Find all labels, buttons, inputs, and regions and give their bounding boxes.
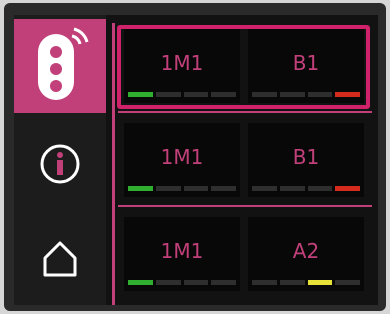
status-bars	[252, 186, 360, 191]
tile-label: 1M1	[160, 51, 204, 75]
signal-tile[interactable]: 1M1	[124, 123, 240, 197]
row-divider	[118, 205, 372, 207]
status-bars	[128, 280, 236, 285]
info-icon	[40, 144, 80, 184]
status-bar-off	[211, 280, 236, 285]
sidebar-divider	[112, 23, 115, 305]
screen: 1M1 B1 1M1 B1 1M1 A2	[14, 15, 378, 305]
status-bar-off	[307, 186, 333, 191]
status-bar-green	[128, 186, 153, 191]
home-icon	[43, 241, 77, 277]
status-bar-off	[279, 280, 305, 285]
status-bar-red	[335, 92, 360, 97]
device-frame: 1M1 B1 1M1 B1 1M1 A2	[4, 3, 386, 311]
status-bar-off	[183, 186, 209, 191]
status-bar-off	[252, 92, 277, 97]
status-bar-yellow	[307, 280, 333, 285]
signal-tile[interactable]: A2	[248, 217, 364, 291]
row-divider	[118, 111, 372, 113]
status-bars	[128, 92, 236, 97]
status-bar-green	[128, 280, 153, 285]
signal-tile[interactable]: B1	[248, 123, 364, 197]
tile-label: 1M1	[160, 239, 204, 263]
tile-label: B1	[292, 51, 320, 75]
status-bar-red	[335, 186, 360, 191]
status-bar-off	[279, 92, 305, 97]
sidebar	[14, 15, 106, 305]
tile-label: 1M1	[160, 145, 204, 169]
status-bars	[128, 186, 236, 191]
traffic-light-remote-icon	[38, 27, 89, 100]
sidebar-item-info[interactable]	[14, 117, 106, 211]
status-bar-off	[183, 280, 209, 285]
status-bar-off	[211, 186, 236, 191]
signal-tile[interactable]: 1M1	[124, 29, 240, 103]
status-bar-off	[155, 186, 181, 191]
status-bar-off	[252, 280, 277, 285]
sidebar-item-home[interactable]	[14, 211, 106, 305]
sidebar-item-traffic-light[interactable]	[14, 19, 106, 113]
signal-tile[interactable]: B1	[248, 29, 364, 103]
tile-label: A2	[292, 239, 320, 263]
status-bar-off	[211, 92, 236, 97]
status-bar-off	[335, 280, 360, 285]
status-bar-off	[155, 280, 181, 285]
status-bar-off	[155, 92, 181, 97]
status-bar-off	[279, 186, 305, 191]
status-bar-off	[183, 92, 209, 97]
status-bar-off	[252, 186, 277, 191]
status-bars	[252, 280, 360, 285]
signal-tile[interactable]: 1M1	[124, 217, 240, 291]
tile-label: B1	[292, 145, 320, 169]
status-bars	[252, 92, 360, 97]
status-bar-off	[307, 92, 333, 97]
status-bar-green	[128, 92, 153, 97]
